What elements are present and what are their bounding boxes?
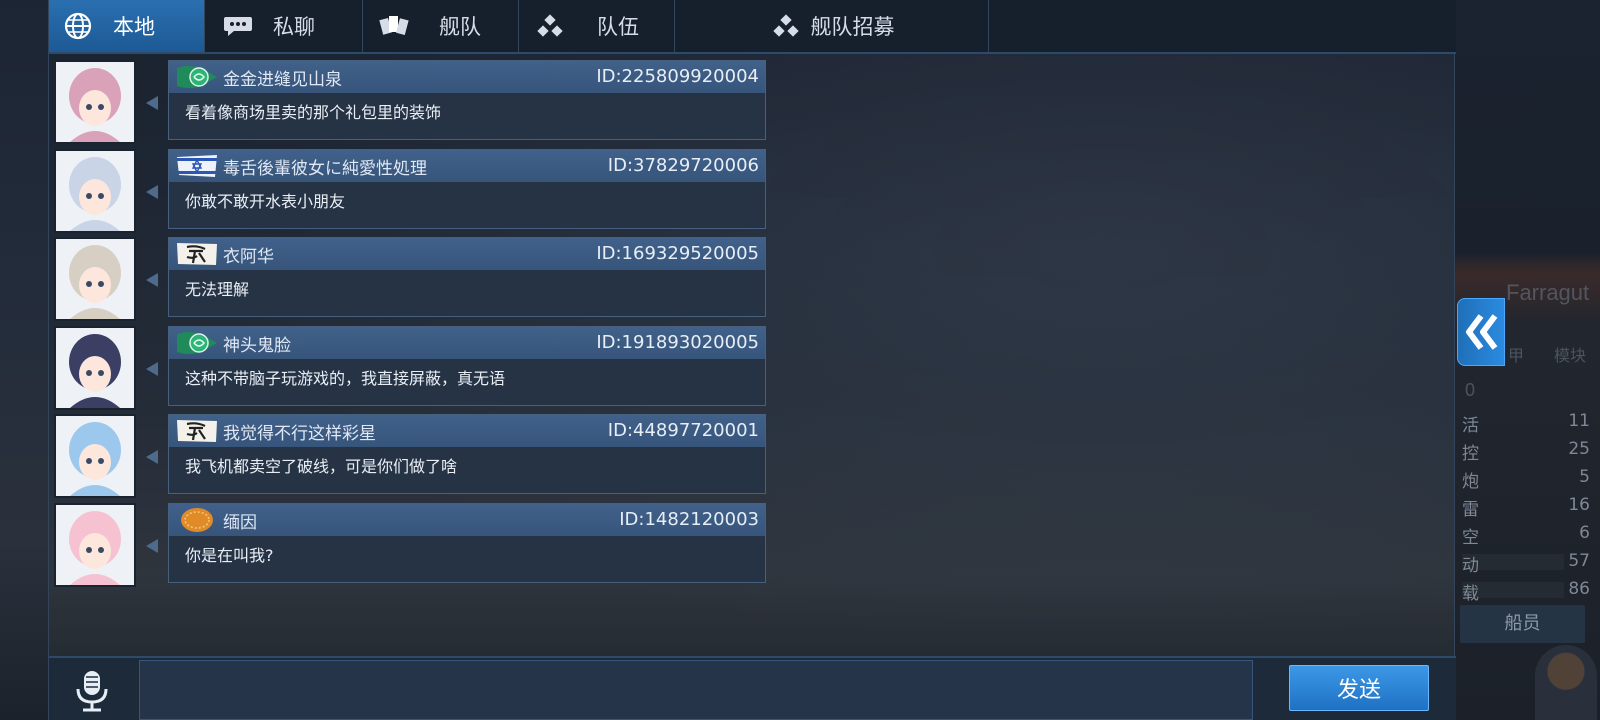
bg-stat-row: 活 11 [1462,411,1590,436]
chat-message: 毒舌後輩彼女に純愛性処理 ID:37829720006 你敢不敢开水表小朋友 [54,149,766,233]
tab-team-label: 队伍 [597,15,639,39]
chat-message: 缅因 ID:1482120003 你是在叫我? [54,503,766,587]
bg-stat-row: 动 57 [1462,551,1590,576]
tab-private[interactable]: 私聊 [205,0,363,52]
message-header: 毒舌後輩彼女に純愛性処理 ID:37829720006 [169,150,765,182]
zero-ghost: 0 [1465,380,1476,400]
chat-message-input[interactable] [139,660,1253,720]
user-avatar[interactable] [54,60,136,144]
user-avatar[interactable] [54,149,136,233]
sender-name[interactable]: 神头鬼脸 [223,331,291,356]
message-header: 衣阿华 ID:169329520005 [169,238,765,270]
tab-fleet-recruit-label: 舰队招募 [810,15,895,39]
message-text: 无法理解 [185,280,250,299]
speech-pointer [146,273,158,287]
message-text: 我飞机都卖空了破线，可是你们做了啥 [185,457,458,476]
sender-name[interactable]: 衣阿华 [223,242,274,267]
ship-name-ghost: Farragut [1506,280,1590,305]
voice-input-button[interactable] [71,669,113,713]
user-avatar[interactable] [54,326,136,410]
message-bubble: 金金进缝见山泉 ID:225809920004 看着像商场里卖的那个礼包里的装饰 [168,60,766,140]
send-button[interactable]: 发送 [1289,665,1429,711]
message-text: 你敢不敢开水表小朋友 [185,192,346,211]
game-screen: Farragut 甲 模块 0 活 11 控 25 炮5 雷 16 空6 动 57 载8… [0,0,1600,720]
message-text: 看着像商场里卖的那个礼包里的装饰 [185,103,442,122]
message-bubble: 缅因 ID:1482120003 你是在叫我? [168,503,766,583]
tab-fleet-recruit[interactable]: 舰队招募 [675,0,989,52]
chat-input-bar: 发送 [49,656,1456,720]
sender-name[interactable]: 我觉得不行这样彩星 [223,419,376,444]
message-header: 缅因 ID:1482120003 [169,504,765,536]
team-dots-icon [533,9,567,43]
tab-local[interactable]: 本地 [49,0,205,52]
sender-id: ID:44897720001 [607,420,759,441]
speech-pointer [146,539,158,553]
tab-fleet-label: 舰队 [439,15,481,39]
armor-tab-ghost: 甲 [1508,348,1525,365]
chat-message: 衣阿华 ID:169329520005 无法理解 [54,237,766,321]
message-header: 我觉得不行这样彩星 ID:44897720001 [169,415,765,447]
star-flag-badge-icon [175,153,219,179]
chat-tab-bar: 本地 私聊 舰队 队伍 舰队招募 [49,0,1456,54]
orange-coin-badge-icon [175,507,219,533]
speech-pointer [146,450,158,464]
tab-fleet[interactable]: 舰队 [363,0,519,52]
chat-panel: 本地 私聊 舰队 队伍 舰队招募 金金进缝见山泉 ID:225809920004… [48,0,1456,720]
team-dots-icon [769,9,803,43]
sender-id: ID:225809920004 [596,66,759,87]
green-emblem-badge-icon [175,330,219,356]
sender-name[interactable]: 金金进缝见山泉 [223,65,342,90]
message-bubble: 神头鬼脸 ID:191893020005 这种不带脑子玩游戏的，我直接屏蔽，真无语 [168,326,766,406]
sender-id: ID:37829720006 [607,155,759,176]
tab-local-label: 本地 [113,15,155,39]
speech-pointer [146,185,158,199]
tab-team[interactable]: 队伍 [519,0,675,52]
crew-button[interactable]: 船员 [1460,605,1585,643]
collapse-chat-button[interactable] [1457,298,1505,366]
message-text: 你是在叫我? [185,546,274,565]
double-chevron-left-icon [1466,314,1498,350]
bg-stat-row: 控 25 [1462,439,1590,464]
fleet-cards-icon [377,9,411,43]
bg-stat-row: 雷 16 [1462,495,1590,520]
message-header: 神头鬼脸 ID:191893020005 [169,327,765,359]
captain-portrait [1535,645,1597,720]
chat-message: 神头鬼脸 ID:191893020005 这种不带脑子玩游戏的，我直接屏蔽，真无语 [54,326,766,410]
sender-id: ID:169329520005 [596,243,759,264]
message-bubble: 我觉得不行这样彩星 ID:44897720001 我飞机都卖空了破线，可是你们做了啥 [168,414,766,494]
sender-id: ID:1482120003 [619,509,759,530]
bg-stat-row: 空6 [1462,523,1590,548]
bg-stat-row: 炮5 [1462,467,1590,492]
speech-pointer [146,96,158,110]
chat-message: 金金进缝见山泉 ID:225809920004 看着像商场里卖的那个礼包里的装饰 [54,60,766,144]
sender-name[interactable]: 毒舌後輩彼女に純愛性処理 [223,154,427,179]
microphone-icon [76,671,108,712]
message-bubble: 毒舌後輩彼女に純愛性処理 ID:37829720006 你敢不敢开水表小朋友 [168,149,766,229]
chat-message: 我觉得不行这样彩星 ID:44897720001 我飞机都卖空了破线，可是你们做了啥 [54,414,766,498]
speech-pointer [146,362,158,376]
sender-id: ID:191893020005 [596,332,759,353]
calligraphy-badge-icon [175,418,219,444]
message-text: 这种不带脑子玩游戏的，我直接屏蔽，真无语 [185,369,506,388]
green-emblem-badge-icon [175,64,219,90]
user-avatar[interactable] [54,237,136,321]
tab-private-label: 私聊 [273,15,315,39]
globe-icon [61,9,95,43]
user-avatar[interactable] [54,414,136,498]
module-tab-ghost: 模块 [1554,348,1587,365]
calligraphy-badge-icon [175,241,219,267]
user-avatar[interactable] [54,503,136,587]
bg-stat-row: 载 86 [1462,579,1590,604]
chat-bubble-icon [221,9,255,43]
sender-name[interactable]: 缅因 [223,508,257,533]
message-header: 金金进缝见山泉 ID:225809920004 [169,61,765,93]
message-bubble: 衣阿华 ID:169329520005 无法理解 [168,237,766,317]
